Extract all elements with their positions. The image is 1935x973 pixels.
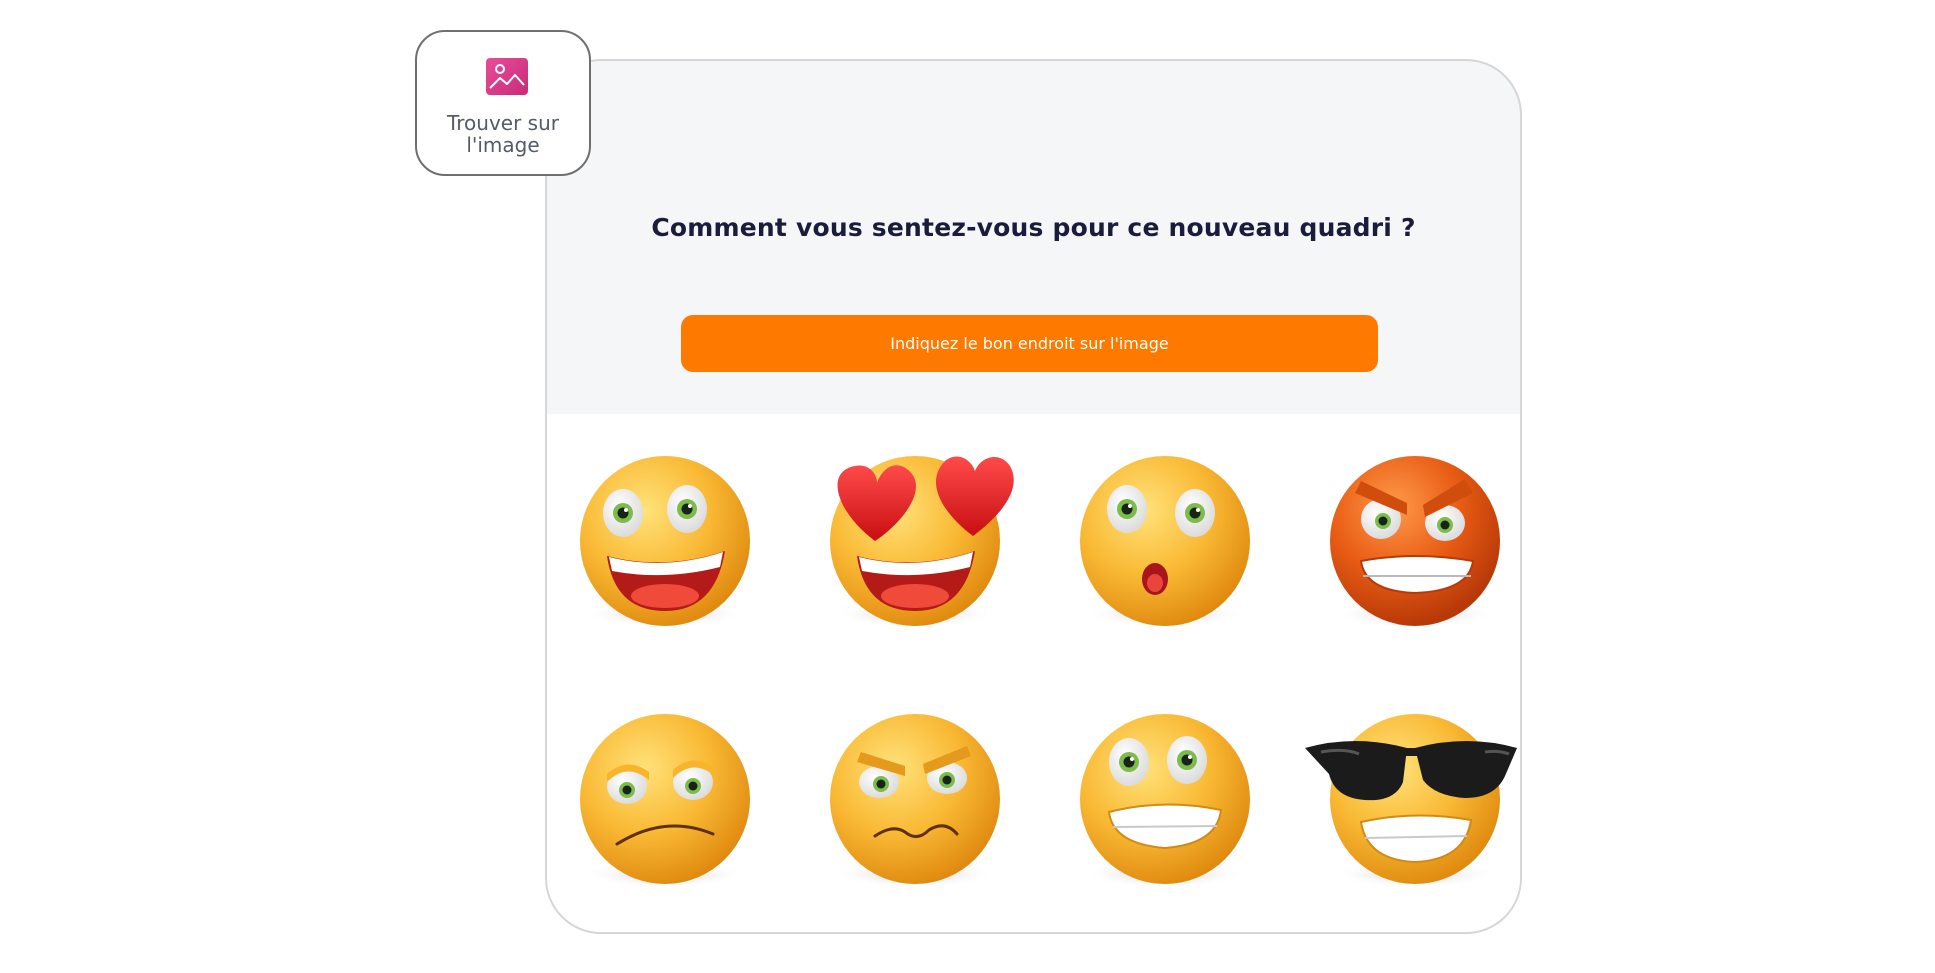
surprised-face-icon[interactable] — [1045, 411, 1285, 661]
image-icon — [486, 58, 528, 95]
annoyed-face-icon[interactable] — [795, 664, 1035, 914]
laughing-face-icon[interactable] — [547, 411, 785, 661]
question-card: Comment vous sentez-vous pour ce nouveau… — [545, 59, 1522, 934]
angry-face-icon[interactable] — [1295, 411, 1520, 661]
grimacing-face-icon[interactable] — [1045, 664, 1285, 914]
sad-face-icon[interactable] — [547, 664, 785, 914]
badge-label: Trouver sur l'image — [446, 111, 559, 157]
sunglasses-face-icon[interactable] — [1295, 664, 1520, 914]
heart-eyes-face-icon[interactable] — [795, 411, 1035, 661]
emoji-image[interactable] — [547, 411, 1520, 932]
instruction-banner: Indiquez le bon endroit sur l'image — [681, 315, 1378, 372]
question-type-badge: Trouver sur l'image — [415, 30, 591, 176]
question-title: Comment vous sentez-vous pour ce nouveau… — [651, 213, 1416, 242]
